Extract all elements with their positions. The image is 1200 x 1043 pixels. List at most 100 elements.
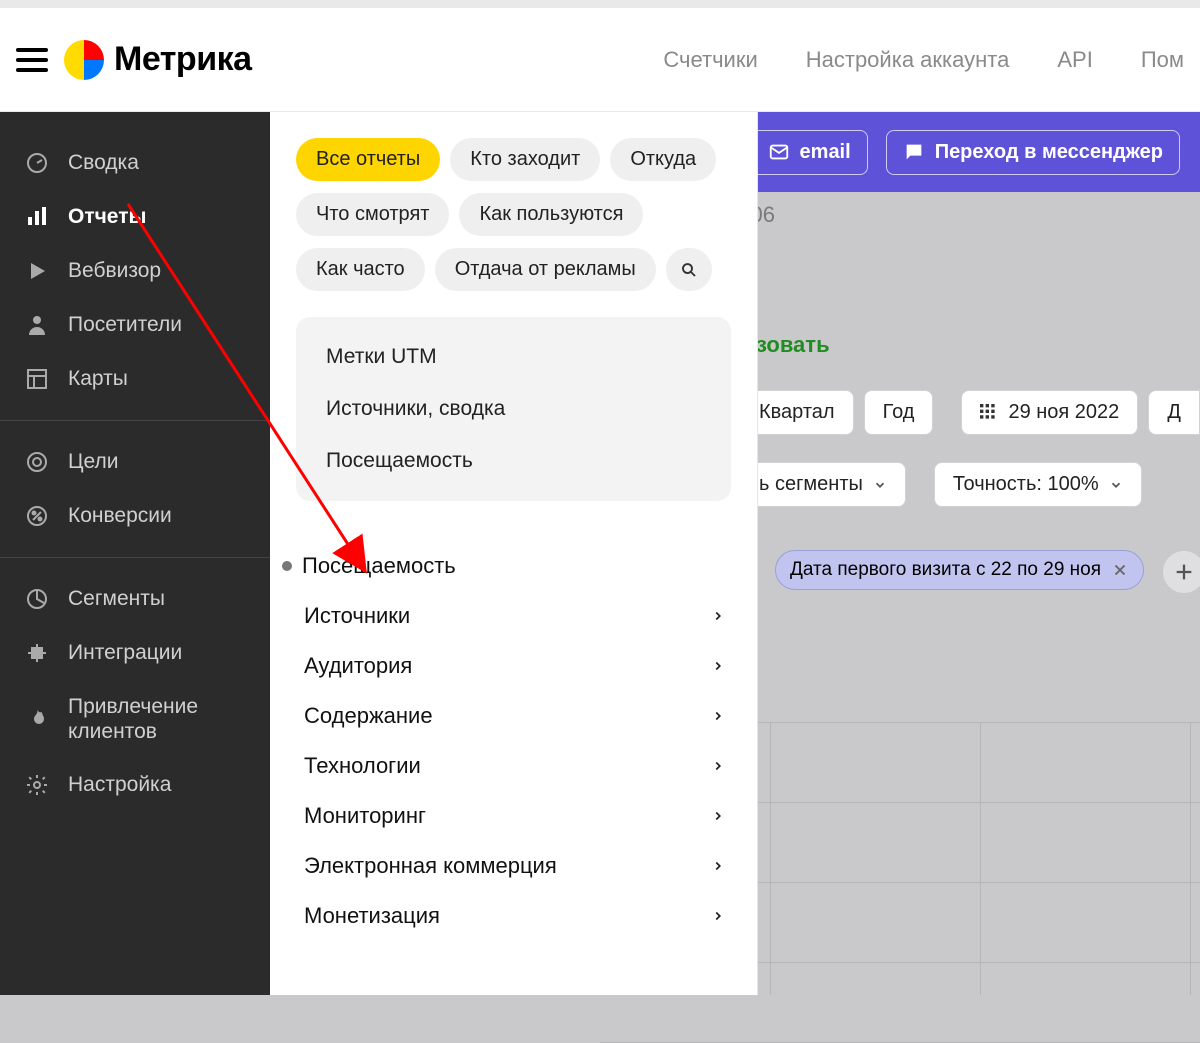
sidebar-item-goals[interactable]: Цели xyxy=(0,435,270,489)
sidebar-item-settings[interactable]: Настройка xyxy=(0,758,270,812)
chevron-right-icon xyxy=(711,609,725,623)
sidebar-item-label: Привлечение клиентов xyxy=(68,694,246,744)
reports-flyout: Все отчеты Кто заходит Откуда Что смотря… xyxy=(270,112,758,995)
sidebar-item-reports[interactable]: Отчеты xyxy=(0,190,270,244)
category-attendance[interactable]: Посещаемость xyxy=(274,541,731,591)
chevron-down-icon xyxy=(1109,478,1123,492)
pill-what-viewed[interactable]: Что смотрят xyxy=(296,193,449,236)
hamburger-menu-icon[interactable] xyxy=(16,44,48,76)
period-year-label: Год xyxy=(883,401,915,424)
sidebar-item-acquisition[interactable]: Привлечение клиентов xyxy=(0,680,270,758)
sidebar-item-maps[interactable]: Карты xyxy=(0,352,270,406)
nav-counters[interactable]: Счетчики xyxy=(663,47,757,73)
sidebar-item-visitors[interactable]: Посетители xyxy=(0,298,270,352)
recent-attendance[interactable]: Посещаемость xyxy=(306,435,721,487)
category-label: Монетизация xyxy=(304,903,440,929)
layout-icon xyxy=(24,366,50,392)
pill-from-where[interactable]: Откуда xyxy=(610,138,716,181)
nav-help[interactable]: Пом xyxy=(1141,47,1184,73)
email-goal-label: email xyxy=(800,141,851,164)
sidebar-item-integrations[interactable]: Интеграции xyxy=(0,626,270,680)
nav-account-settings[interactable]: Настройка аккаунта xyxy=(806,47,1010,73)
filter-chip-label: Дата первого визита с 22 по 29 ноя xyxy=(790,559,1101,581)
detail-button[interactable]: Д xyxy=(1148,390,1200,435)
category-content[interactable]: Содержание xyxy=(296,691,731,741)
logo[interactable]: Метрика xyxy=(64,40,252,80)
segments-label: ь сегменты xyxy=(759,473,863,496)
flame-icon xyxy=(24,706,50,732)
accuracy-label: Точность: 100% xyxy=(953,473,1099,496)
add-filter-button[interactable] xyxy=(1162,550,1200,594)
category-monetization[interactable]: Монетизация xyxy=(296,891,731,941)
sidebar-item-label: Сегменты xyxy=(68,587,165,611)
pill-search[interactable] xyxy=(666,248,712,291)
category-label: Электронная коммерция xyxy=(304,853,557,879)
filter-chip-first-visit[interactable]: Дата первого визита с 22 по 29 ноя xyxy=(775,550,1144,590)
category-label: Технологии xyxy=(304,753,421,779)
category-label: Источники xyxy=(304,603,410,629)
recent-sources-summary[interactable]: Источники, сводка xyxy=(306,383,721,435)
category-technology[interactable]: Технологии xyxy=(296,741,731,791)
pill-ad-return[interactable]: Отдача от рекламы xyxy=(435,248,656,291)
pill-all-reports[interactable]: Все отчеты xyxy=(296,138,440,181)
main-area: email Переход в мессенджер 5906 зовать К… xyxy=(0,112,1200,995)
bar-chart-icon xyxy=(24,204,50,230)
pie-chart-icon xyxy=(24,586,50,612)
category-label: Содержание xyxy=(304,703,433,729)
nav-api[interactable]: API xyxy=(1057,47,1092,73)
chevron-right-icon xyxy=(711,759,725,773)
messenger-goal-button[interactable]: Переход в мессенджер xyxy=(886,130,1180,175)
category-monitoring[interactable]: Мониторинг xyxy=(296,791,731,841)
metrika-logo-icon xyxy=(64,40,104,80)
sidebar-item-segments[interactable]: Сегменты xyxy=(0,572,270,626)
sidebar-item-summary[interactable]: Сводка xyxy=(0,136,270,190)
sidebar-separator xyxy=(0,557,270,558)
recent-reports-box: Метки UTM Источники, сводка Посещаемость xyxy=(296,317,731,501)
category-ecommerce[interactable]: Электронная коммерция xyxy=(296,841,731,891)
header-nav: Счетчики Настройка аккаунта API Пом xyxy=(663,47,1184,73)
email-goal-button[interactable]: email xyxy=(751,130,868,175)
sidebar-item-label: Сводка xyxy=(68,151,139,175)
play-icon xyxy=(24,258,50,284)
sidebar: Сводка Отчеты Вебвизор Посетители Карты xyxy=(0,112,270,995)
date-value: 29 ноя 2022 xyxy=(1008,401,1119,424)
report-filter-pills-row2: Что смотрят Как пользуются xyxy=(296,193,731,236)
accuracy-dropdown[interactable]: Точность: 100% xyxy=(934,462,1142,507)
recent-utm-tags[interactable]: Метки UTM xyxy=(306,331,721,383)
report-filter-pills-row3: Как часто Отдача от рекламы xyxy=(296,248,731,291)
sidebar-item-conversions[interactable]: Конверсии xyxy=(0,489,270,543)
report-filter-pills-row1: Все отчеты Кто заходит Откуда xyxy=(296,138,731,181)
category-sources[interactable]: Источники xyxy=(296,591,731,641)
bullet-icon xyxy=(282,561,292,571)
person-icon xyxy=(24,312,50,338)
chevron-right-icon xyxy=(711,709,725,723)
close-icon[interactable] xyxy=(1111,561,1129,579)
category-label: Мониторинг xyxy=(304,803,426,829)
chevron-right-icon xyxy=(711,859,725,873)
chat-icon xyxy=(903,141,925,163)
sidebar-item-label: Цели xyxy=(68,450,119,474)
sidebar-item-label: Вебвизор xyxy=(68,259,161,283)
period-year-button[interactable]: Год xyxy=(864,390,934,435)
pill-how-used[interactable]: Как пользуются xyxy=(459,193,643,236)
category-label: Аудитория xyxy=(304,653,412,679)
sidebar-item-label: Карты xyxy=(68,367,128,391)
sidebar-item-label: Посетители xyxy=(68,313,182,337)
chevron-right-icon xyxy=(711,659,725,673)
puzzle-icon xyxy=(24,640,50,666)
category-audience[interactable]: Аудитория xyxy=(296,641,731,691)
date-picker-button[interactable]: 29 ноя 2022 xyxy=(961,390,1138,435)
segments-dropdown[interactable]: ь сегменты xyxy=(740,462,906,507)
green-action-link[interactable]: зовать xyxy=(756,332,830,358)
sidebar-item-label: Настройка xyxy=(68,773,171,797)
pill-how-often[interactable]: Как часто xyxy=(296,248,425,291)
target-icon xyxy=(24,449,50,475)
pill-who-visits[interactable]: Кто заходит xyxy=(450,138,600,181)
chevron-right-icon xyxy=(711,909,725,923)
period-controls: Квартал Год 29 ноя 2022 Д xyxy=(740,390,1200,435)
sidebar-item-webvisor[interactable]: Вебвизор xyxy=(0,244,270,298)
plus-icon xyxy=(1173,561,1195,583)
period-quarter-label: Квартал xyxy=(759,401,835,424)
segment-accuracy-row: ь сегменты Точность: 100% xyxy=(740,462,1200,507)
chevron-down-icon xyxy=(873,478,887,492)
